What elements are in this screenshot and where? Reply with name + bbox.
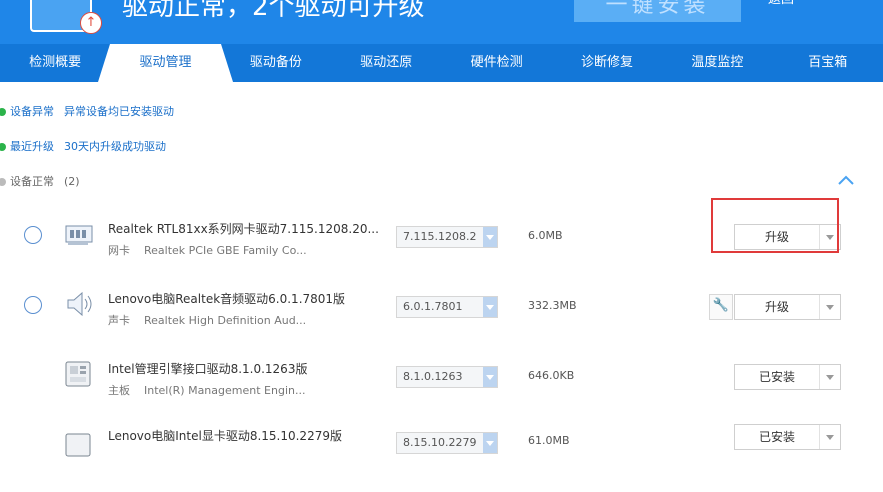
chevron-down-icon bbox=[483, 227, 497, 247]
tab-driver-restore[interactable]: 驱动还原 bbox=[331, 44, 441, 82]
summary-recent[interactable]: 最近升级 30天内升级成功驱动 bbox=[0, 138, 166, 154]
driver-name: Intel管理引擎接口驱动8.1.0.1263版 bbox=[108, 362, 308, 376]
tab-temperature[interactable]: 温度监控 bbox=[662, 44, 772, 82]
wrench-icon[interactable]: 🔧 bbox=[709, 294, 733, 320]
status-dot-icon bbox=[0, 178, 6, 186]
driver-name: Lenovo电脑Intel显卡驱动8.15.10.2279版 bbox=[108, 429, 342, 443]
app-header: ↑ 驱动正常，2个驱动可升级 一键安装 返回 bbox=[0, 0, 883, 44]
highlight-box bbox=[711, 198, 839, 253]
chevron-down-icon[interactable] bbox=[820, 425, 840, 449]
driver-device: 声卡 Realtek High Definition Aud... bbox=[108, 314, 307, 327]
tab-driver-management[interactable]: 驱动管理 bbox=[98, 44, 234, 82]
speaker-icon bbox=[67, 291, 92, 317]
upgrade-arrow-icon: ↑ bbox=[80, 12, 102, 34]
chevron-down-icon[interactable] bbox=[820, 295, 840, 319]
installed-button[interactable]: 已安装 bbox=[734, 424, 841, 450]
chevron-down-icon bbox=[483, 367, 497, 387]
tab-hardware-detect[interactable]: 硬件检测 bbox=[442, 44, 552, 82]
driver-device: 网卡 Realtek PCIe GBE Family Co... bbox=[108, 244, 307, 257]
select-radio[interactable] bbox=[24, 226, 42, 244]
driver-monitor-icon: ↑ bbox=[30, 0, 102, 34]
tab-toolbox[interactable]: 百宝箱 bbox=[773, 44, 883, 82]
summary-normal[interactable]: 设备正常 (2) bbox=[0, 173, 80, 189]
tab-driver-backup[interactable]: 驱动备份 bbox=[221, 44, 331, 82]
driver-name: Realtek RTL81xx系列网卡驱动7.115.1208.20... bbox=[108, 222, 379, 236]
collapse-chevron-icon[interactable] bbox=[836, 173, 856, 187]
back-link[interactable]: 返回 bbox=[768, 0, 794, 7]
version-select[interactable]: 8.15.10.2279 bbox=[396, 432, 498, 454]
summary-abnormal[interactable]: 设备异常 异常设备均已安装驱动 bbox=[0, 103, 174, 119]
upgrade-button[interactable]: 升级 bbox=[734, 294, 841, 320]
version-select[interactable]: 8.1.0.1263 bbox=[396, 366, 498, 388]
driver-size: 332.3MB bbox=[528, 299, 577, 312]
driver-size: 6.0MB bbox=[528, 229, 563, 242]
one-click-install-button[interactable]: 一键安装 bbox=[574, 0, 741, 22]
status-dot-icon bbox=[0, 108, 6, 116]
tab-diagnose-repair[interactable]: 诊断修复 bbox=[552, 44, 662, 82]
select-radio[interactable] bbox=[24, 296, 42, 314]
chevron-down-icon bbox=[483, 297, 497, 317]
installed-button[interactable]: 已安装 bbox=[734, 364, 841, 390]
version-select[interactable]: 6.0.1.7801 bbox=[396, 296, 498, 318]
chevron-down-icon[interactable] bbox=[820, 365, 840, 389]
motherboard-icon bbox=[65, 361, 91, 387]
graphics-card-icon bbox=[65, 433, 91, 457]
driver-row: Lenovo电脑Realtek音频驱动6.0.1.7801版 声卡 Realtek… bbox=[0, 282, 883, 352]
driver-size: 646.0KB bbox=[528, 369, 575, 382]
status-dot-icon bbox=[0, 143, 6, 151]
driver-name: Lenovo电脑Realtek音频驱动6.0.1.7801版 bbox=[108, 292, 346, 306]
network-card-icon bbox=[65, 225, 93, 245]
version-select[interactable]: 7.115.1208.2 bbox=[396, 226, 498, 248]
driver-device: 主板 Intel(R) Management Engin... bbox=[108, 384, 306, 397]
driver-row: Lenovo电脑Intel显卡驱动8.15.10.2279版 8.15.10.2… bbox=[0, 422, 883, 492]
chevron-down-icon bbox=[483, 433, 497, 453]
driver-row: Intel管理引擎接口驱动8.1.0.1263版 主板 Intel(R) Mana… bbox=[0, 352, 883, 422]
main-tabs: 检测概要 驱动管理 驱动备份 驱动还原 硬件检测 诊断修复 温度监控 百宝箱 bbox=[0, 44, 883, 82]
tab-overview[interactable]: 检测概要 bbox=[0, 44, 110, 82]
driver-status-title: 驱动正常，2个驱动可升级 bbox=[122, 0, 425, 22]
